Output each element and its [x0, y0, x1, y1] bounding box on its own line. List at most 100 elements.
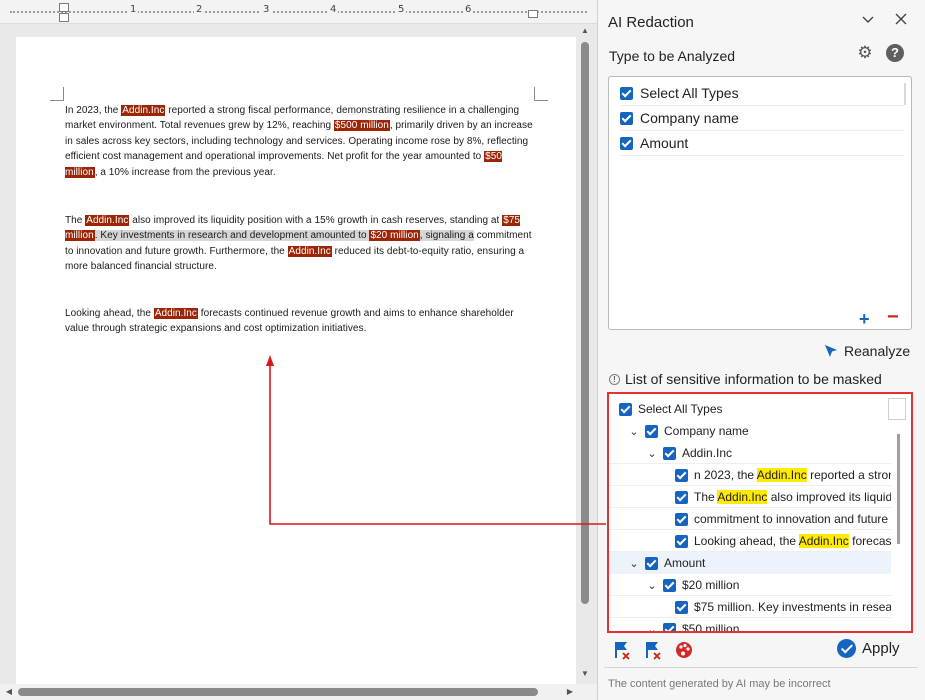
tree-row-label: commitment to innovation and future grow…	[694, 512, 891, 526]
snippet-text: $50 million	[682, 622, 740, 633]
document-paragraph[interactable]: In 2023, the Addin.Inc reported a strong…	[65, 103, 535, 180]
tree-row[interactable]: ⌄ Company name	[609, 420, 891, 442]
checkbox-icon[interactable]	[620, 111, 633, 125]
checkbox-icon[interactable]	[663, 578, 676, 592]
document-paragraph[interactable]: The Addin.Inc also improved its liquidit…	[65, 213, 535, 275]
reanalyze-label: Reanalyze	[844, 343, 911, 359]
type-option-amount[interactable]: Amount	[620, 131, 904, 156]
checkbox-icon[interactable]	[675, 468, 688, 482]
tree-row[interactable]: ⌄ Addin.Inc	[609, 442, 891, 464]
apply-button[interactable]: Apply	[837, 639, 900, 658]
tree-row[interactable]: n 2023, the Addin.Inc reported a strong …	[609, 464, 891, 486]
tree-scroll-up-button[interactable]	[888, 398, 906, 420]
collapse-chevron-icon[interactable]	[861, 12, 875, 29]
redacted-text: Addin.Inc	[121, 105, 166, 116]
tree-scrollbar[interactable]	[897, 434, 900, 544]
checkbox-icon[interactable]	[675, 512, 688, 526]
snippet-text: $20 million	[682, 578, 740, 592]
type-option-select-all[interactable]: Select All Types	[620, 81, 904, 106]
highlighted-match: Addin.Inc	[756, 468, 807, 482]
paragraph-text: also improved its liquidity position wit…	[129, 215, 503, 226]
close-icon[interactable]	[894, 12, 908, 29]
vertical-scroll-thumb[interactable]	[581, 42, 589, 604]
check-circle-icon	[837, 639, 856, 658]
checkbox-icon[interactable]	[620, 136, 633, 150]
snippet-text: Amount	[664, 556, 706, 570]
ruler-number: 5	[396, 4, 407, 15]
paragraph-text: The	[65, 215, 86, 226]
tree-row[interactable]: Select All Types	[609, 398, 891, 420]
tree-row[interactable]: ⌄ $20 million	[609, 574, 891, 596]
type-option-label: Company name	[640, 110, 739, 126]
checkbox-icon[interactable]	[620, 86, 633, 100]
checkbox-icon[interactable]	[619, 402, 632, 416]
help-icon[interactable]: ?	[886, 44, 904, 62]
checkbox-icon[interactable]	[663, 446, 676, 460]
checkbox-icon[interactable]	[645, 424, 658, 438]
horizontal-ruler[interactable]: 1 2 3 4 5 6	[0, 0, 597, 24]
ruler-ticks	[10, 11, 587, 13]
footer-divider	[604, 667, 918, 668]
vertical-scrollbar[interactable]: ▲ ▼	[578, 24, 592, 684]
flag-clear-icon[interactable]	[644, 640, 662, 660]
horizontal-scrollbar[interactable]: ◀ ▶	[0, 684, 597, 700]
tree-row[interactable]: commitment to innovation and future grow…	[609, 508, 891, 530]
chevron-down-icon[interactable]: ⌄	[645, 579, 659, 592]
snippet-text: Looking ahead, the	[694, 534, 799, 548]
snippet-text: forecasts continued	[852, 534, 891, 548]
tree-row-label: $20 million	[682, 578, 739, 592]
checkbox-icon[interactable]	[675, 600, 688, 614]
tree-row[interactable]: The Addin.Inc also improved its liquidit…	[609, 486, 891, 508]
type-list-box: Select All Types Company name Amount + −	[608, 76, 912, 330]
ruler-number: 1	[128, 4, 139, 15]
margin-corner-top-left	[50, 87, 64, 101]
snippet-text: also improved its liquidity position	[770, 490, 891, 504]
snippet-text: commitment to innovation and future grow…	[694, 512, 891, 526]
right-indent-marker[interactable]	[528, 10, 538, 18]
tree-row[interactable]: ⌄ $50 million	[609, 618, 891, 633]
tree-row-label: Select All Types	[638, 402, 723, 416]
left-indent-marker[interactable]	[59, 3, 69, 12]
tree-row[interactable]: $75 million. Key investments in research…	[609, 596, 891, 618]
first-line-indent-marker[interactable]	[59, 13, 69, 22]
checkbox-icon[interactable]	[645, 556, 658, 570]
sensitive-info-tree: Select All Types ⌄ Company name ⌄ Addin.Inc n…	[607, 392, 913, 633]
tree-row-label: n 2023, the Addin.Inc reported a strong …	[694, 468, 891, 482]
chevron-down-icon[interactable]: ⌄	[627, 425, 641, 438]
tree-row[interactable]: Looking ahead, the Addin.Inc forecasts c…	[609, 530, 891, 552]
chevron-down-icon[interactable]: ⌄	[645, 623, 659, 632]
sensitive-list-header: ! List of sensitive information to be ma…	[609, 371, 882, 387]
snippet-text: Addin.Inc	[682, 446, 733, 460]
tree-row-label: The Addin.Inc also improved its liquidit…	[694, 490, 891, 504]
remove-type-button[interactable]: −	[887, 306, 899, 329]
paragraph-text: . Key investments in research and develo…	[94, 230, 370, 242]
gear-icon[interactable]: ⚙	[856, 44, 874, 62]
tree-row[interactable]: ⌄ Amount	[609, 552, 891, 574]
document-paragraph[interactable]: Looking ahead, the Addin.Inc forecasts c…	[65, 306, 535, 337]
reanalyze-button[interactable]: Reanalyze	[824, 343, 910, 359]
checkbox-icon[interactable]	[675, 490, 688, 504]
checkbox-icon[interactable]	[663, 622, 676, 631]
flag-remove-icon[interactable]	[613, 640, 631, 660]
horizontal-scroll-thumb[interactable]	[18, 688, 538, 696]
checkbox-icon[interactable]	[675, 534, 688, 548]
scroll-down-arrow-icon[interactable]: ▼	[578, 669, 592, 678]
tree-row-label: Amount	[664, 556, 705, 570]
scroll-up-arrow-icon[interactable]: ▲	[578, 26, 592, 35]
document-page[interactable]: In 2023, the Addin.Inc reported a strong…	[16, 37, 576, 700]
type-option-company-name[interactable]: Company name	[620, 106, 904, 131]
add-type-button[interactable]: +	[859, 309, 870, 330]
type-list-scrollbar[interactable]	[904, 83, 906, 105]
palette-icon[interactable]	[675, 640, 693, 660]
snippet-text: The	[694, 490, 718, 504]
tree-row-label: $75 million. Key investments in research…	[694, 600, 891, 614]
snippet-text: $75 million. Key investments in research…	[694, 600, 891, 614]
scroll-left-arrow-icon[interactable]: ◀	[2, 687, 16, 696]
tree-row-label: Addin.Inc	[682, 446, 732, 460]
scroll-right-arrow-icon[interactable]: ▶	[563, 687, 577, 696]
chevron-down-icon[interactable]: ⌄	[645, 447, 659, 460]
ai-disclaimer: The content generated by AI may be incor…	[608, 678, 831, 690]
snippet-text: n 2023, the	[694, 468, 757, 482]
chevron-down-icon[interactable]: ⌄	[627, 557, 641, 570]
paragraph-text: In 2023, the	[65, 105, 122, 116]
